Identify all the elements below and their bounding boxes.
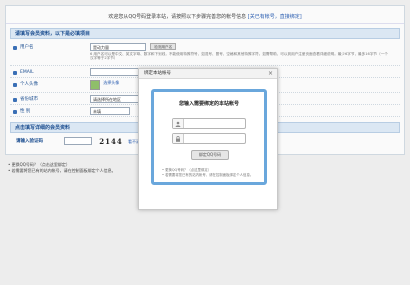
choose-avatar-link[interactable]: 选择头像 [103,80,119,85]
bind-account-dialog: 绑定本站帐号 × 您输入需要绑定的本站帐号 绑定QQ号码 更换QQ号码？（点这里… [138,68,278,210]
bind-password-field[interactable] [172,133,246,144]
lock-icon [173,134,184,143]
bind-qq-button[interactable]: 绑定QQ号码 [191,150,229,160]
province-select[interactable]: 请选择所在地区 [90,95,140,103]
footer-note: 若需要将您已有的站内帐号，请在控制面板绑定个人信息。 [8,168,116,174]
dialog-note: 若需要将您已有的站内帐号，请在控制面板绑定个人信息。 [162,173,262,178]
gender-select[interactable]: 未填 [90,107,130,115]
check-username-button[interactable]: 检测用户名 [150,43,177,50]
top-notice: 欢迎您从QQ号码登录本站，请按照以下步骤完善您的帐号信息 [关已有帐号，直接绑定… [6,10,404,24]
captcha-image: 2144 [99,137,123,146]
username-input[interactable]: 是动力量 [90,43,146,51]
section-required-title: 请填写会员资料，以下是必填项目 [15,31,91,37]
user-icon [173,119,184,128]
section-optional-title: 点击填写详细的会员资料 [15,125,71,131]
avatar-image [90,80,100,90]
email-label: EMAIL [20,70,34,75]
bind-heading: 您输入需要绑定的本站帐号 [178,101,239,107]
province-label: 省份城市 [20,97,38,102]
bullet-icon [13,46,17,50]
notice-text: 欢迎您从QQ号码登录本站，请按照以下步骤完善您的帐号信息 [108,14,247,20]
bind-existing-link[interactable]: [关已有帐号，直接绑定] [248,14,302,20]
section-required-header: 请填写会员资料，以下是必填项目 [10,28,400,39]
bullet-icon [13,110,17,114]
bullet-icon [13,83,17,87]
avatar-label: 个人头像 [20,82,38,87]
dialog-titlebar: 绑定本站帐号 × [139,69,277,79]
bullet-icon [13,71,17,75]
username-hint: 6 用户名可以是中文、英文字母、数字和下划线，不能使用特殊符号，如逗号、冒号、空… [90,52,388,60]
username-label: 用户名 [20,45,34,50]
page: 欢迎您从QQ号码登录本站，请按照以下步骤完善您的帐号信息 [关已有帐号，直接绑定… [0,0,410,285]
bind-username-field[interactable] [172,118,246,129]
bullet-icon [13,98,17,102]
dialog-notes: 更换QQ号码？（点这里绑定） 若需要将您已有的站内帐号，请在控制面板绑定个人信息… [162,168,262,177]
close-icon[interactable]: × [268,69,273,79]
dialog-title: 绑定本站帐号 [144,71,171,76]
row-username: 用户名 是动力量 检测用户名 6 用户名可以是中文、英文字母、数字和下划线，不能… [10,42,400,66]
gender-label: 性 别 [20,109,31,114]
captcha-input[interactable] [64,137,92,145]
bind-card: 您输入需要绑定的本站帐号 绑定QQ号码 更换QQ号码？（点这里绑定） 若需要将您… [151,89,267,185]
footer-notes: 更换QQ号码？（点击这里绑定） 若需要将您已有的站内帐号，请在控制面板绑定个人信… [8,162,116,174]
